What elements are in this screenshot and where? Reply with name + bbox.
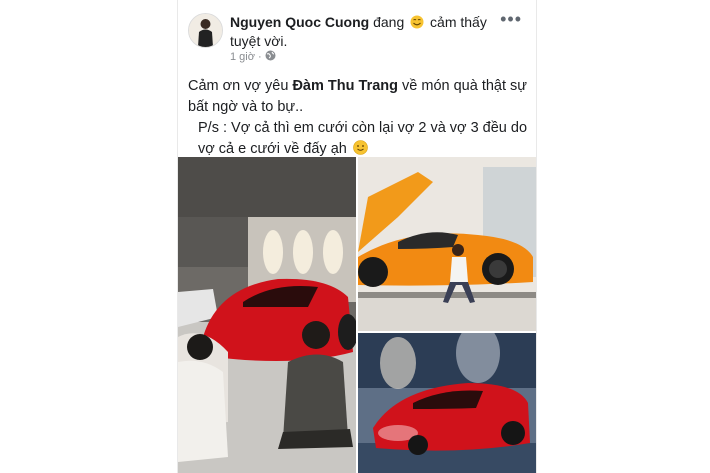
post-header: Nguyen Quoc Cuong đang cảm thấy tuyệt vờ…	[230, 13, 500, 51]
post-text: Cảm ơn vợ yêu Đàm Thu Trang về món quà t…	[188, 76, 528, 160]
post-meta: 1 giờ ·	[230, 50, 276, 63]
facebook-post: Nguyen Quoc Cuong đang cảm thấy tuyệt vờ…	[177, 0, 537, 473]
author-avatar[interactable]	[188, 13, 223, 48]
text-segment: Cảm ơn vợ yêu	[188, 78, 289, 94]
orange-supercar-photo[interactable]	[358, 157, 536, 331]
smiling-face-icon	[410, 15, 424, 29]
feeling-prefix: đang	[373, 14, 405, 30]
garage-red-car-photo[interactable]	[178, 157, 356, 473]
meta-separator: ·	[258, 51, 262, 63]
post-time[interactable]: 1 giờ	[230, 51, 255, 63]
mentioned-user[interactable]: Đàm Thu Trang	[292, 78, 398, 94]
red-supercar-studio-photo[interactable]	[358, 333, 536, 473]
author-name[interactable]: Nguyen Quoc Cuong	[230, 14, 369, 30]
post-text-line-2: P/s : Vợ cả thì em cưới còn lại vợ 2 và …	[188, 118, 528, 160]
post-text-line-1: Cảm ơn vợ yêu Đàm Thu Trang về món quà t…	[188, 76, 528, 118]
globe-icon[interactable]	[265, 50, 276, 61]
slightly-smiling-face-icon	[353, 140, 368, 155]
more-options-button[interactable]: •••	[500, 9, 522, 30]
